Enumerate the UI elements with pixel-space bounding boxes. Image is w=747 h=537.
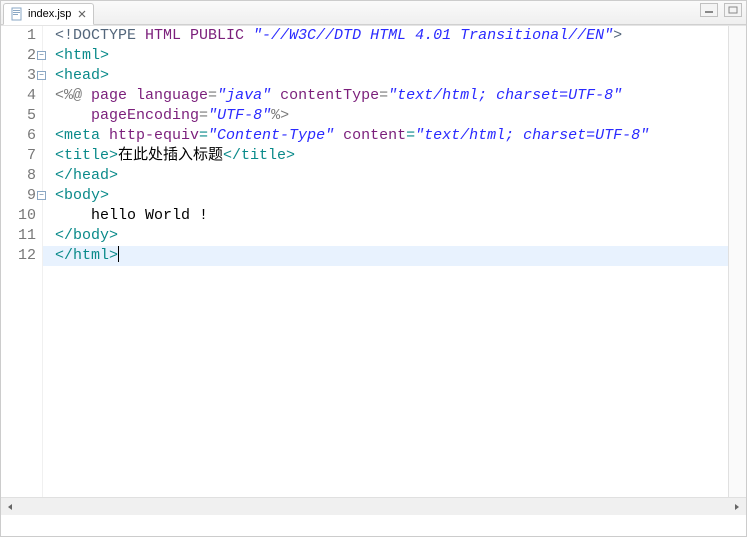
code-editor[interactable]: 12−3−456789−101112 <!DOCTYPE HTML PUBLIC… xyxy=(1,26,746,497)
code-line[interactable]: <%@ page language="java" contentType="te… xyxy=(55,86,728,106)
line-number: 1 xyxy=(1,26,36,46)
line-number: 10 xyxy=(1,206,36,226)
token-keyword: content xyxy=(343,127,406,144)
horizontal-scrollbar[interactable] xyxy=(1,497,746,515)
code-line[interactable]: <!DOCTYPE HTML PUBLIC "-//W3C//DTD HTML … xyxy=(55,26,728,46)
line-number: 3− xyxy=(1,66,36,86)
close-icon[interactable] xyxy=(77,9,87,19)
line-number: 4 xyxy=(1,86,36,106)
tab-filename: index.jsp xyxy=(28,8,71,20)
token-tag: </body> xyxy=(55,227,118,244)
scroll-right-button[interactable] xyxy=(728,499,746,515)
token-doctype: > xyxy=(613,27,622,44)
token-directive: %> xyxy=(271,107,289,124)
editor-wrap: 12−3−456789−101112 <!DOCTYPE HTML PUBLIC… xyxy=(1,25,746,515)
tab-bar: index.jsp xyxy=(1,1,746,25)
token-string: "java" xyxy=(217,87,271,104)
token-keyword: pageEncoding xyxy=(91,107,199,124)
code-line[interactable]: <meta http-equiv="Content-Type" content=… xyxy=(55,126,728,146)
token-keyword: language xyxy=(136,87,208,104)
token-directive: = xyxy=(199,107,208,124)
line-number: 5 xyxy=(1,106,36,126)
token-doctype: <!DOCTYPE xyxy=(55,27,145,44)
token-directive xyxy=(55,107,91,124)
token-string: "text/html; charset=UTF-8" xyxy=(388,87,622,104)
code-line[interactable]: <title>在此处插入标题</title> xyxy=(55,146,728,166)
text-cursor xyxy=(118,246,119,262)
token-keyword: HTML xyxy=(145,27,190,44)
token-directive: = xyxy=(379,87,388,104)
token-text: hello World ! xyxy=(55,207,208,224)
line-number: 2− xyxy=(1,46,36,66)
token-directive: = xyxy=(208,87,217,104)
code-line[interactable]: </head> xyxy=(55,166,728,186)
token-tag: <title> xyxy=(55,147,118,164)
line-number: 7 xyxy=(1,146,36,166)
token-tag: <html> xyxy=(55,47,109,64)
code-line[interactable]: pageEncoding="UTF-8"%> xyxy=(55,106,728,126)
line-gutter: 12−3−456789−101112 xyxy=(1,26,43,497)
token-directive: <%@ xyxy=(55,87,91,104)
file-icon xyxy=(10,7,24,21)
token-tag: </head> xyxy=(55,167,118,184)
current-line-highlight xyxy=(43,246,728,266)
line-number: 6 xyxy=(1,126,36,146)
token-string: "Content-Type" xyxy=(208,127,334,144)
token-string: "text/html; charset=UTF-8" xyxy=(415,127,649,144)
line-number: 11 xyxy=(1,226,36,246)
token-string: "UTF-8" xyxy=(208,107,271,124)
line-number: 12 xyxy=(1,246,36,266)
scroll-left-button[interactable] xyxy=(1,499,19,515)
token-tag: <body> xyxy=(55,187,109,204)
code-line[interactable]: </body> xyxy=(55,226,728,246)
code-area[interactable]: <!DOCTYPE HTML PUBLIC "-//W3C//DTD HTML … xyxy=(43,26,728,497)
token-tag: <head> xyxy=(55,67,109,84)
token-tag: <meta xyxy=(55,127,109,144)
code-line[interactable]: <html> xyxy=(55,46,728,66)
editor-tab[interactable]: index.jsp xyxy=(3,3,94,25)
token-string: "-//W3C//DTD HTML 4.01 Transitional//EN" xyxy=(253,27,613,44)
window-controls xyxy=(700,3,742,17)
line-number: 9− xyxy=(1,186,36,206)
maximize-button[interactable] xyxy=(724,3,742,17)
vertical-scrollbar[interactable] xyxy=(728,26,746,497)
minimize-button[interactable] xyxy=(700,3,718,17)
token-attr: page xyxy=(91,87,136,104)
token-tag: </html> xyxy=(55,247,118,264)
token-keyword: http-equiv xyxy=(109,127,199,144)
token-directive xyxy=(271,87,280,104)
code-line[interactable]: <head> xyxy=(55,66,728,86)
token-keyword: contentType xyxy=(280,87,379,104)
token-keyword: PUBLIC xyxy=(190,27,253,44)
token-tag: = xyxy=(199,127,208,144)
token-text: 在此处插入标题 xyxy=(118,147,223,164)
code-line[interactable]: <body> xyxy=(55,186,728,206)
token-tag: </title> xyxy=(223,147,295,164)
token-tag: = xyxy=(406,127,415,144)
token-tag xyxy=(334,127,343,144)
code-line[interactable]: hello World ! xyxy=(55,206,728,226)
line-number: 8 xyxy=(1,166,36,186)
